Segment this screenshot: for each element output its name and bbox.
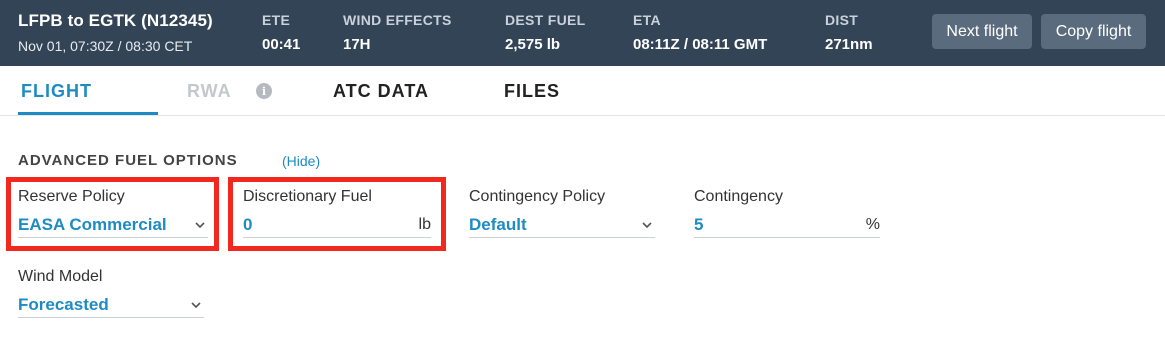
stat-wind-effects: WIND EFFECTS 17H [343,12,452,53]
next-flight-button[interactable]: Next flight [932,14,1032,49]
stat-label: ETA [633,12,661,28]
stat-value: 271nm [825,36,873,53]
info-icon[interactable]: i [256,83,272,99]
stat-label: DEST FUEL [505,12,586,28]
hide-link[interactable]: (Hide) [282,153,320,169]
active-tab-indicator [18,112,158,115]
stat-dist: DIST 271nm [825,12,873,53]
wind-model-select[interactable]: Forecasted [18,292,204,318]
contingency-field: Contingency 5 % [694,188,880,238]
route-subtitle: Nov 01, 07:30Z / 08:30 CET [18,38,193,54]
contingency-label: Contingency [694,188,783,205]
contingency-policy-value: Default [469,214,527,234]
stat-ete: ETE 00:41 [262,12,300,53]
contingency-input[interactable]: 5 % [694,212,880,238]
contingency-policy-label: Contingency Policy [469,188,606,205]
wind-model-field: Wind Model Forecasted [18,268,204,318]
stat-value: 00:41 [262,36,301,53]
wind-model-label: Wind Model [18,268,103,285]
section-title: ADVANCED FUEL OPTIONS [18,152,238,169]
stat-value: 17H [343,36,371,53]
tab-atc-data[interactable]: ATC DATA [333,81,429,102]
route-info: LFPB to EGTK (N12345) Nov 01, 07:30Z / 0… [18,11,213,54]
stat-label: WIND EFFECTS [343,12,452,28]
tab-bar: FLIGHT RWA i ATC DATA FILES [0,66,1165,116]
discretionary-fuel-highlight [228,177,446,251]
stat-label: ETE [262,12,291,28]
reserve-policy-highlight [6,177,219,251]
tab-rwa[interactable]: RWA [187,81,232,102]
route-title: LFPB to EGTK (N12345) [18,11,213,30]
wind-model-value: Forecasted [18,294,109,314]
stat-value: 08:11Z / 08:11 GMT [633,36,768,53]
stat-eta: ETA 08:11Z / 08:11 GMT [633,12,767,53]
stat-label: DIST [825,12,859,28]
copy-flight-button[interactable]: Copy flight [1041,14,1146,49]
chevron-down-icon [191,301,201,308]
tab-files[interactable]: FILES [504,81,560,102]
stat-value: 2,575 lb [505,36,561,53]
contingency-value: 5 [694,214,704,234]
percent-unit: % [865,215,880,233]
tab-flight[interactable]: FLIGHT [21,81,92,102]
contingency-policy-field: Contingency Policy Default [469,188,655,238]
flight-header: LFPB to EGTK (N12345) Nov 01, 07:30Z / 0… [0,0,1165,66]
chevron-down-icon [642,221,652,228]
contingency-policy-select[interactable]: Default [469,212,655,238]
stat-dest-fuel: DEST FUEL 2,575 lb [505,12,585,53]
